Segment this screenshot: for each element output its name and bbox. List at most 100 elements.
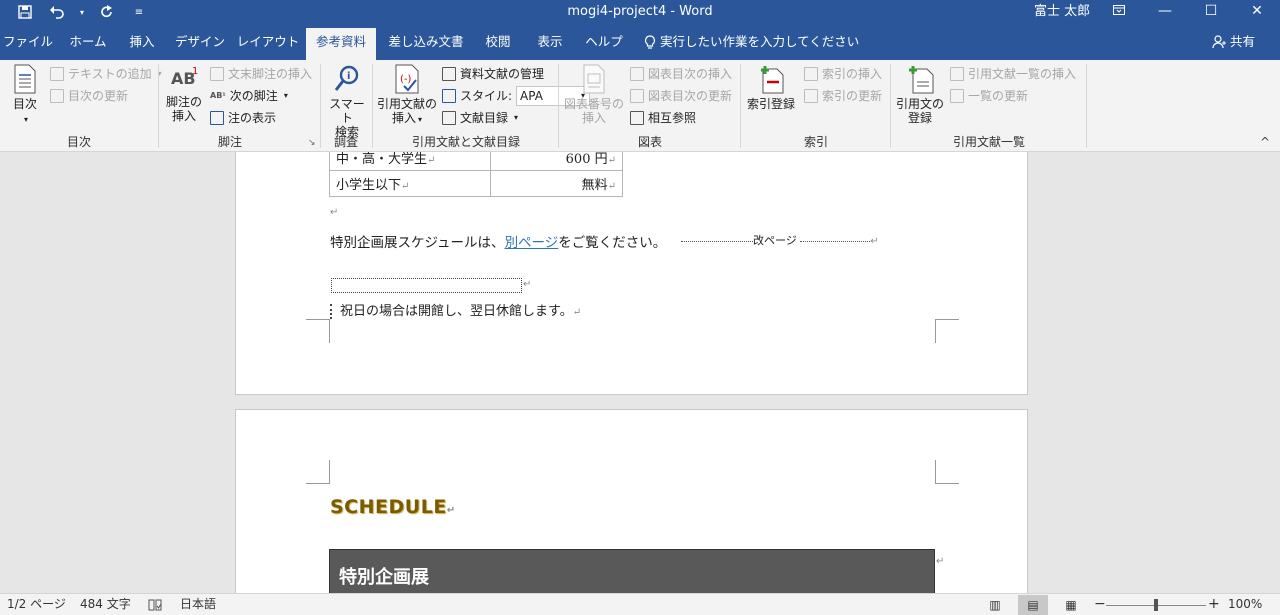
cell-marker: ↵ xyxy=(607,155,616,166)
crop-mark xyxy=(935,460,959,484)
toc-button[interactable]: 目次 ▾ xyxy=(6,64,44,127)
tab-help[interactable]: ヘルプ xyxy=(580,28,628,60)
read-mode-icon[interactable]: ▥ xyxy=(980,595,1010,615)
chevron-down-icon: ▾ xyxy=(418,115,423,124)
insert-index-button[interactable]: 索引の挿入 xyxy=(804,64,882,84)
mark-citation-label-1: 引用文の xyxy=(895,97,944,111)
next-footnote-button[interactable]: AB¹ 次の脚注 ▾ xyxy=(210,86,288,106)
update-table-of-authorities-label: 一覧の更新 xyxy=(968,89,1029,103)
mark-entry-button[interactable]: 索引登録 xyxy=(744,64,798,111)
cross-reference-button[interactable]: 相互参照 xyxy=(630,108,696,128)
insert-footnote-button[interactable]: AB 1 脚注の 挿入 xyxy=(162,64,206,123)
group-label-toc: 目次 xyxy=(66,135,91,149)
schedule-heading[interactable]: SCHEDULE↵ xyxy=(330,496,456,518)
language[interactable]: 日本語 xyxy=(180,594,216,615)
insert-citation-icon: (-) xyxy=(395,64,419,94)
title-bar: ▾ ≡ mogi4-project4 - Word 富士 太郎 — ☐ ✕ xyxy=(0,0,1280,24)
manage-sources-button[interactable]: 資料文献の管理 xyxy=(442,64,544,84)
tab-file[interactable]: ファイル xyxy=(0,28,56,60)
other-page-link[interactable]: 別ページ xyxy=(505,235,559,251)
zoom-level[interactable]: 100% xyxy=(1228,594,1262,615)
close-icon[interactable]: ✕ xyxy=(1234,0,1280,24)
category-cell: 中・高・大学生 xyxy=(336,152,428,167)
special-exhibit-title: 特別企画展 xyxy=(339,567,429,588)
tab-insert[interactable]: 挿入 xyxy=(120,28,164,60)
chevron-down-icon: ▾ xyxy=(283,91,288,100)
group-label-captions: 図表 xyxy=(637,135,662,149)
page-break-label: 改ページ xyxy=(753,234,797,247)
holiday-note[interactable]: 祝日の場合は開館し、翌日休館します。↵ xyxy=(330,300,581,319)
price-cell: 600 円 xyxy=(565,152,608,167)
group-separator xyxy=(890,64,891,148)
update-table-of-authorities-button[interactable]: 一覧の更新 xyxy=(950,86,1028,106)
proofing-icon[interactable] xyxy=(148,594,162,615)
tab-references[interactable]: 参考資料 xyxy=(306,28,376,60)
ribbon-display-options-icon[interactable] xyxy=(1096,0,1142,24)
insert-citation-label-2: 挿入 xyxy=(391,111,416,125)
smart-lookup-button[interactable]: i スマート 検索 xyxy=(324,64,370,139)
special-exhibit-banner[interactable]: 特別企画展 xyxy=(329,549,935,593)
web-layout-icon[interactable]: ▦ xyxy=(1056,595,1086,615)
insert-caption-button[interactable]: 図表番号の 挿入 xyxy=(562,64,626,125)
tab-layout[interactable]: レイアウト xyxy=(236,28,300,60)
page-count[interactable]: 1/2 ページ xyxy=(7,594,66,615)
insert-table-of-authorities-button[interactable]: 引用文献一覧の挿入 xyxy=(950,64,1076,84)
footnote-dialog-launcher-icon[interactable]: ↘ xyxy=(308,138,316,148)
endnote-icon xyxy=(210,67,224,81)
show-notes-label: 注の表示 xyxy=(228,111,277,125)
footnote-separator-frame[interactable] xyxy=(331,278,522,293)
svg-text:i: i xyxy=(347,71,350,82)
insert-endnote-label: 文末脚注の挿入 xyxy=(228,67,313,81)
word-count[interactable]: 484 文字 xyxy=(80,594,131,615)
table-cell[interactable]: 無料↵ xyxy=(490,170,623,197)
maximize-icon[interactable]: ☐ xyxy=(1188,0,1234,24)
print-layout-icon[interactable]: ▤ xyxy=(1018,595,1048,615)
tab-review[interactable]: 校閲 xyxy=(476,28,520,60)
next-footnote-icon: AB¹ xyxy=(210,91,226,100)
insert-table-of-figures-button[interactable]: 図表目次の挿入 xyxy=(630,64,732,84)
cell-marker: ↵ xyxy=(607,181,616,192)
update-toc-button[interactable]: 目次の更新 xyxy=(50,86,128,106)
insert-table-of-figures-label: 図表目次の挿入 xyxy=(648,67,733,81)
zoom-slider-thumb[interactable] xyxy=(1154,599,1158,611)
tab-view[interactable]: 表示 xyxy=(528,28,572,60)
style-icon xyxy=(442,89,456,103)
show-notes-button[interactable]: 注の表示 xyxy=(210,108,276,128)
schedule-sentence[interactable]: 特別企画展スケジュールは、別ページをご覧ください。 xyxy=(330,231,666,251)
update-table-icon xyxy=(50,89,64,103)
style-label: スタイル: xyxy=(460,89,513,103)
group-separator xyxy=(372,64,373,148)
cell-marker: ↵ xyxy=(427,155,436,166)
minimize-icon[interactable]: — xyxy=(1142,0,1188,24)
zoom-out-icon[interactable]: − xyxy=(1094,594,1106,615)
update-table-of-figures-button[interactable]: 図表目次の更新 xyxy=(630,86,732,106)
table-cell[interactable]: 小学生以下↵ xyxy=(329,170,491,197)
page-2[interactable]: SCHEDULE↵ 特別企画展 ↵ xyxy=(235,409,1028,593)
update-table-icon xyxy=(950,89,964,103)
table-cell[interactable]: 600 円↵ xyxy=(490,152,623,171)
table-row: 小学生以下↵ 無料↵ xyxy=(329,170,623,197)
group-separator xyxy=(740,64,741,148)
tell-me-box[interactable]: 実行したい作業を入力してください xyxy=(644,28,859,56)
bibliography-label: 文献目録 xyxy=(460,111,509,125)
ribbon-references: 目次 ▾ テキストの追加 ▾ 目次の更新 目次 AB 1 脚注の 挿入 文末脚注の挿入 … xyxy=(0,60,1280,152)
manage-sources-icon xyxy=(442,67,456,81)
footnote-icon: AB1 xyxy=(171,66,198,88)
collapse-ribbon-icon[interactable]: ^ xyxy=(1258,136,1272,150)
update-table-icon xyxy=(630,89,644,103)
tab-mailings[interactable]: 差し込み文書 xyxy=(384,28,468,60)
add-text-button[interactable]: テキストの追加 ▾ xyxy=(50,64,162,84)
update-index-button[interactable]: 索引の更新 xyxy=(804,86,882,106)
tab-home[interactable]: ホーム xyxy=(60,28,116,60)
zoom-in-icon[interactable]: + xyxy=(1208,594,1220,615)
table-of-figures-icon xyxy=(630,67,644,81)
insert-endnote-button[interactable]: 文末脚注の挿入 xyxy=(210,64,312,84)
mark-citation-button[interactable]: 引用文の 登録 xyxy=(894,64,946,125)
table-cell[interactable]: 中・高・大学生↵ xyxy=(329,152,491,171)
bibliography-button[interactable]: 文献目録 ▾ xyxy=(442,108,518,128)
user-name[interactable]: 富士 太郎 xyxy=(1034,0,1090,24)
share-button[interactable]: 共有 xyxy=(1212,28,1255,56)
page-1[interactable]: 中・高・大学生↵ 600 円↵ 小学生以下↵ 無料↵ ↵ 特別企画展スケジュール… xyxy=(235,152,1028,395)
tab-design[interactable]: デザイン xyxy=(172,28,228,60)
insert-citation-button[interactable]: (-) 引用文献の 挿入 ▾ xyxy=(376,64,438,127)
